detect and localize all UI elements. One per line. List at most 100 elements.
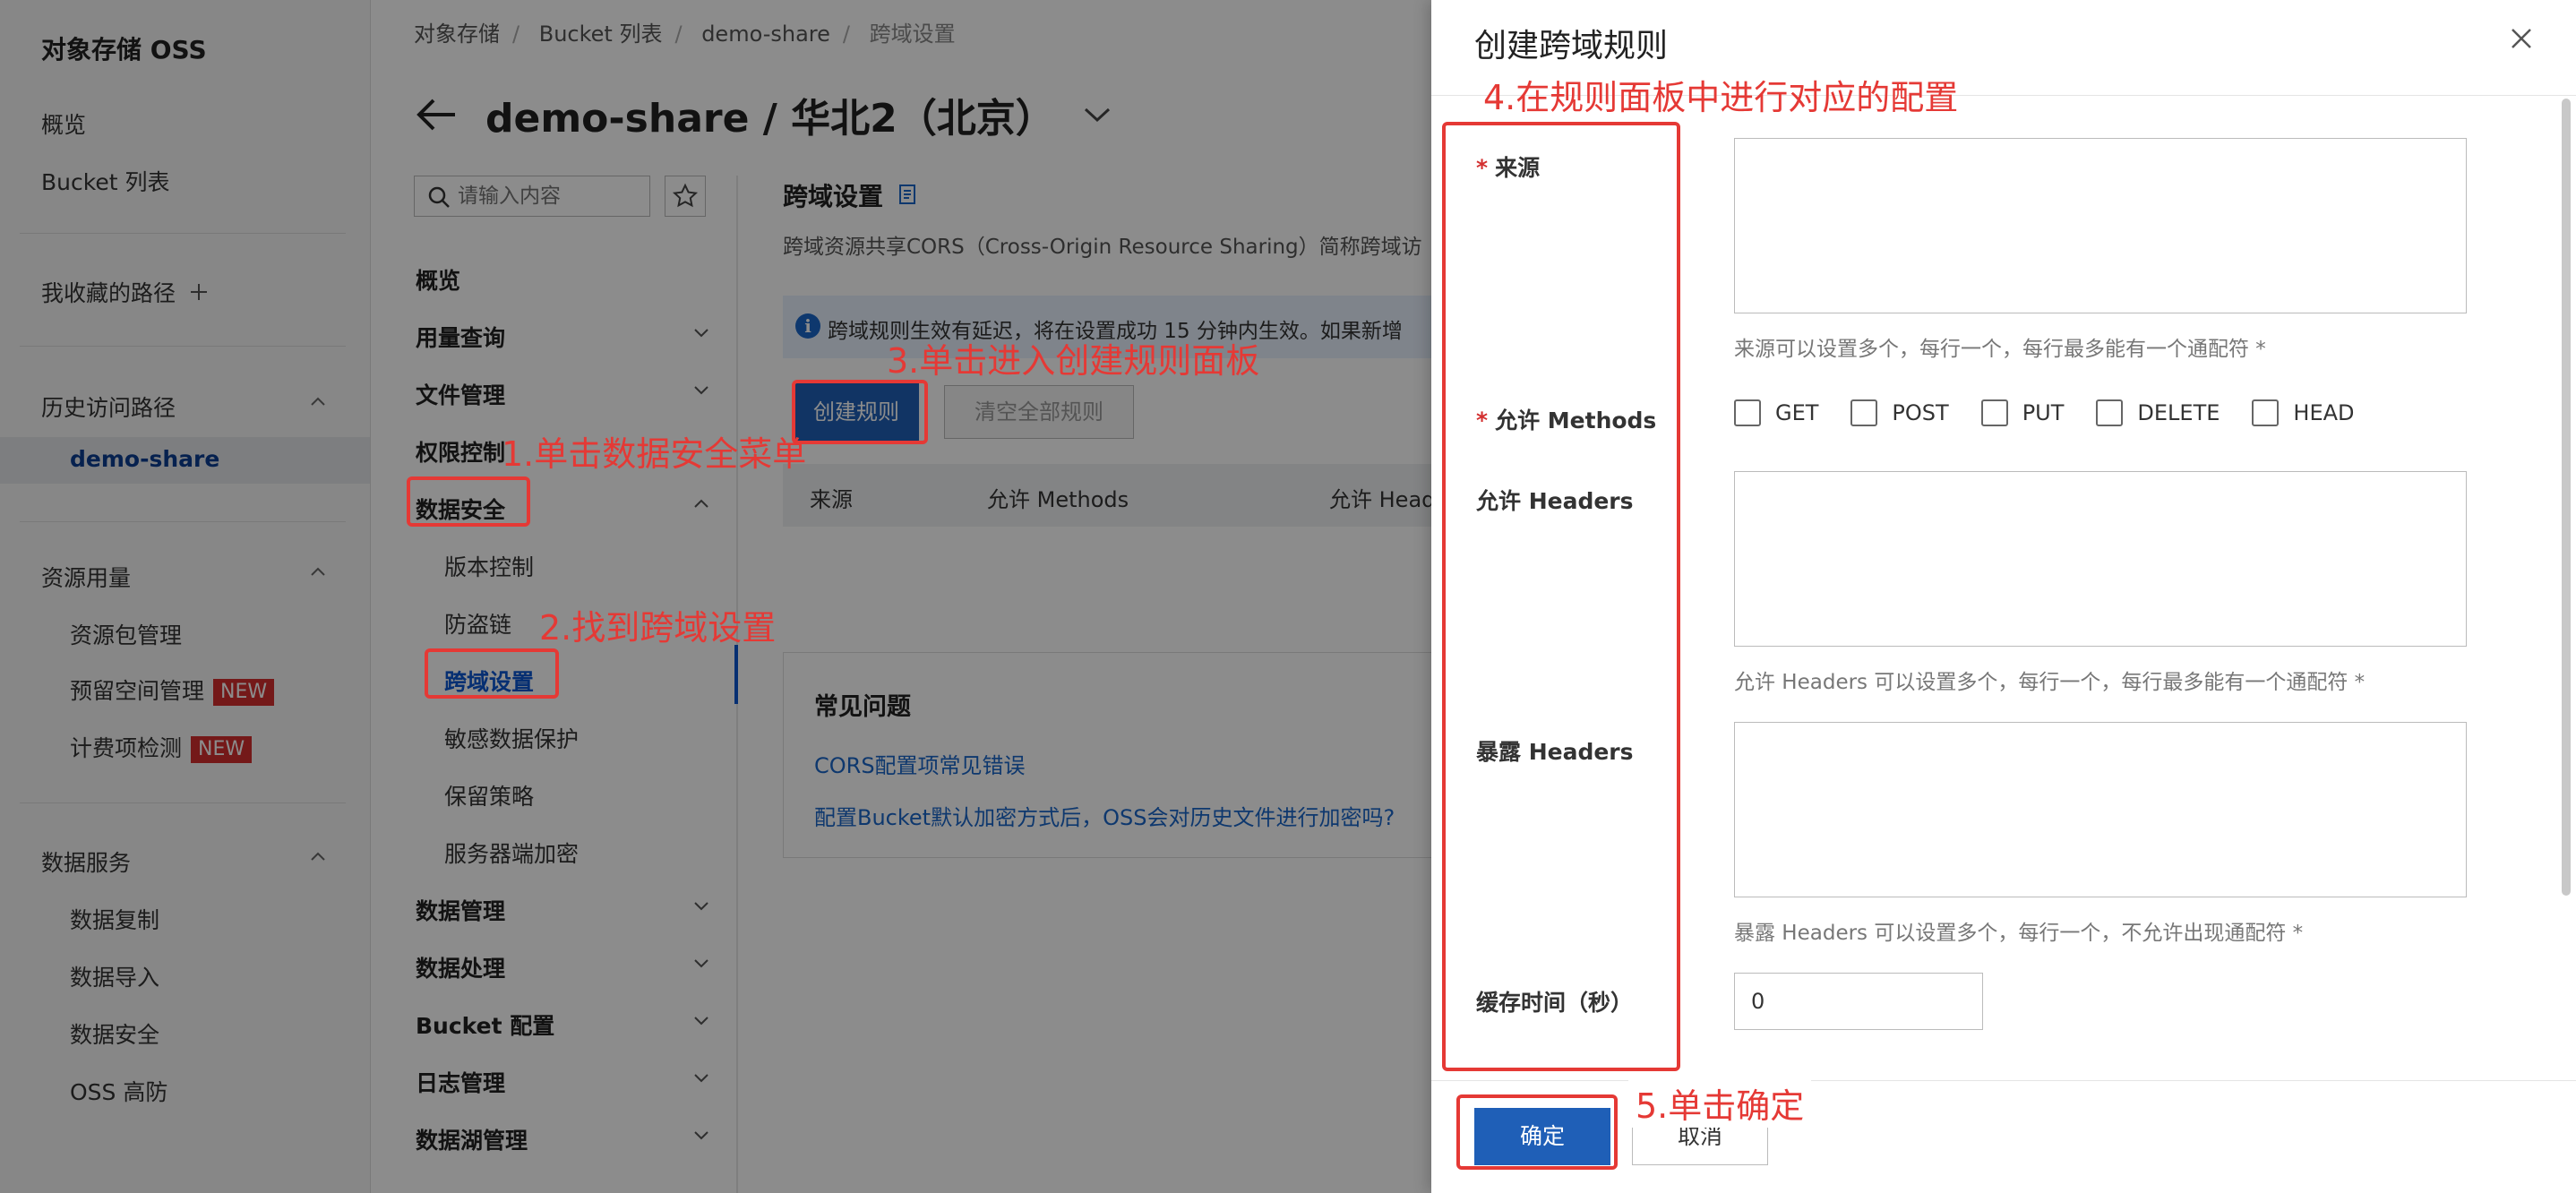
faq-link[interactable]: CORS配置项常见错误 <box>814 748 1026 779</box>
back-arrow-icon[interactable] <box>416 97 459 133</box>
subnav-versioning[interactable]: 版本控制 <box>444 550 534 582</box>
subnav-usage-label: 用量查询 <box>416 325 506 351</box>
chevron-down-icon <box>691 322 711 342</box>
chevron-down-icon <box>691 1125 711 1145</box>
section-heading-label: 跨域设置 <box>783 182 884 211</box>
method-checkbox-put[interactable]: PUT <box>1980 399 2064 426</box>
nav-billing-check-label: 计费项检测 <box>70 735 183 761</box>
subnav-usage[interactable]: 用量查询 <box>416 321 720 353</box>
subnav-hotlink[interactable]: 防盗链 <box>444 607 511 639</box>
subnav-file-mgmt[interactable]: 文件管理 <box>416 378 720 410</box>
nav-group-resource[interactable]: 资源用量 <box>41 561 328 593</box>
table-header-cell: 允许 Head <box>1329 487 1436 512</box>
subnav-search[interactable] <box>414 176 650 217</box>
nav-group-data-service[interactable]: 数据服务 <box>41 845 328 878</box>
subnav-bucket-config[interactable]: Bucket 配置 <box>416 1008 720 1041</box>
nav-billing-check[interactable]: 计费项检测 NEW <box>70 731 253 763</box>
nav-history-demo-share[interactable]: demo-share <box>0 437 370 484</box>
nav-group-data-service-label: 数据服务 <box>41 850 132 876</box>
methods-checkbox-group: GET POST PUT DELETE HEAD <box>1734 399 2355 426</box>
create-cors-rule-drawer: 创建跨域规则 * 来源 来源可以设置多个，每行一个，每行最多能有一个通配符 * *… <box>1431 0 2576 1193</box>
nav-group-resource-label: 资源用量 <box>41 565 132 591</box>
chevron-down-icon <box>691 1068 711 1087</box>
nav-resource-pack[interactable]: 资源包管理 <box>70 618 182 650</box>
subnav-encryption[interactable]: 服务器端加密 <box>444 837 579 869</box>
scrollbar[interactable] <box>2562 99 2571 896</box>
subnav-cors[interactable]: 跨域设置 <box>444 665 534 697</box>
checkbox[interactable] <box>1734 399 1761 426</box>
subnav-log-mgmt[interactable]: 日志管理 <box>416 1066 720 1098</box>
breadcrumb-item[interactable]: 对象存储 <box>414 21 500 47</box>
nav-group-history-label: 历史访问路径 <box>41 395 176 421</box>
allow-headers-label: 允许 Headers <box>1476 488 1634 514</box>
nav-favorites[interactable]: 我收藏的路径 <box>41 276 210 308</box>
annotation-step-1: 1.单击数据安全菜单 <box>502 434 807 474</box>
nav-oss-ddos[interactable]: OSS 高防 <box>70 1075 167 1107</box>
document-icon[interactable] <box>897 184 919 207</box>
subnav-data-processing[interactable]: 数据处理 <box>416 951 720 983</box>
required-mark: * <box>1476 408 1489 433</box>
chevron-up-icon <box>308 562 328 582</box>
chevron-down-icon[interactable] <box>1082 104 1112 125</box>
checkbox[interactable] <box>1980 399 2008 426</box>
subnav-retention[interactable]: 保留策略 <box>444 779 534 811</box>
checkbox[interactable] <box>2096 399 2124 426</box>
info-icon: i <box>795 313 820 339</box>
nav-overview[interactable]: 概览 <box>41 107 86 140</box>
chevron-down-icon <box>691 380 711 399</box>
checkbox[interactable] <box>1850 399 1878 426</box>
nav-history-demo-share-label: demo-share <box>70 446 220 472</box>
faq-link[interactable]: 配置Bucket默认加密方式后，OSS会对历史文件进行加密吗? <box>814 800 1395 831</box>
bucket-title-bar: demo-share / 华北2（北京） <box>416 86 1112 143</box>
allow-headers-textarea[interactable] <box>1734 471 2467 647</box>
chevron-up-icon <box>308 847 328 867</box>
method-checkbox-get[interactable]: GET <box>1734 399 1818 426</box>
breadcrumb-current: 跨域设置 <box>869 21 956 47</box>
nav-data-replication[interactable]: 数据复制 <box>70 903 159 935</box>
expose-headers-textarea[interactable] <box>1734 722 2467 897</box>
new-badge: NEW <box>191 736 253 763</box>
nav-bucket-list[interactable]: Bucket 列表 <box>41 165 169 197</box>
methods-label-text: 允许 Methods <box>1495 408 1657 433</box>
subnav-search-input[interactable] <box>458 182 637 210</box>
nav-data-import[interactable]: 数据导入 <box>70 960 159 992</box>
divider <box>20 233 346 234</box>
create-rule-button[interactable]: 创建规则 <box>794 383 919 441</box>
method-post-label: POST <box>1892 400 1949 425</box>
close-icon[interactable] <box>2506 23 2537 54</box>
cache-time-input[interactable]: 0 <box>1734 973 1983 1030</box>
plus-icon[interactable] <box>188 281 210 303</box>
table-header-cell: 允许 Methods <box>987 487 1129 512</box>
subnav-active-indicator <box>734 645 738 704</box>
subnav-overview[interactable]: 概览 <box>416 263 720 296</box>
method-checkbox-post[interactable]: POST <box>1850 399 1949 426</box>
breadcrumb-item[interactable]: demo-share <box>701 21 830 47</box>
favorite-star-button[interactable] <box>665 176 706 217</box>
chevron-up-icon <box>691 494 711 514</box>
subnav-file-mgmt-label: 文件管理 <box>416 382 506 408</box>
nav-data-security[interactable]: 数据安全 <box>70 1017 159 1050</box>
search-icon <box>427 185 451 209</box>
subnav-data-mgmt[interactable]: 数据管理 <box>416 894 720 926</box>
subnav-sensitive-data[interactable]: 敏感数据保护 <box>444 722 579 754</box>
checkbox[interactable] <box>2252 399 2280 426</box>
subnav-data-lake-label: 数据湖管理 <box>416 1128 528 1154</box>
required-mark: * <box>1476 155 1489 181</box>
breadcrumb-item[interactable]: Bucket 列表 <box>539 21 663 47</box>
section-heading: 跨域设置 <box>783 177 919 213</box>
annotation-step-2: 2.找到跨域设置 <box>539 608 777 648</box>
method-checkbox-delete[interactable]: DELETE <box>2096 399 2220 426</box>
origin-textarea[interactable] <box>1734 138 2467 313</box>
section-description: 跨域资源共享CORS（Cross-Origin Resource Sharing… <box>783 236 1422 259</box>
origin-label-text: 来源 <box>1495 155 1541 181</box>
method-head-label: HEAD <box>2293 400 2355 425</box>
clear-all-rules-button[interactable]: 清空全部规则 <box>944 385 1134 439</box>
subnav-data-security[interactable]: 数据安全 <box>416 493 720 525</box>
nav-reserved-space[interactable]: 预留空间管理 NEW <box>70 674 275 706</box>
confirm-button[interactable]: 确定 <box>1474 1108 1610 1165</box>
subnav-data-lake[interactable]: 数据湖管理 <box>416 1123 720 1155</box>
method-checkbox-head[interactable]: HEAD <box>2252 399 2355 426</box>
divider <box>20 346 346 347</box>
nav-group-history[interactable]: 历史访问路径 <box>41 391 328 423</box>
origin-help: 来源可以设置多个，每行一个，每行最多能有一个通配符 * <box>1734 338 2266 361</box>
